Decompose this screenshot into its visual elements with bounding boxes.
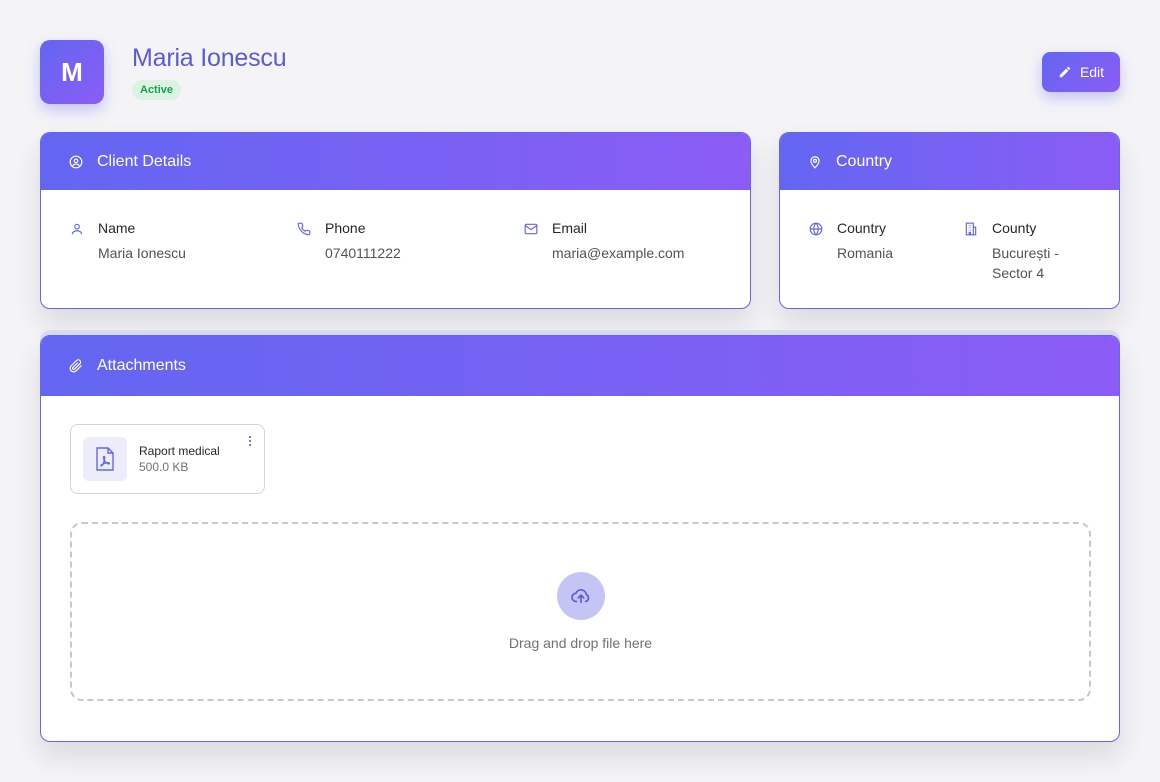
client-details-header: Client Details	[41, 133, 750, 190]
avatar-initial: M	[61, 56, 83, 87]
field-label: Name	[98, 220, 136, 236]
file-size: 500.0 KB	[139, 460, 189, 474]
dropzone-text: Drag and drop file here	[508, 635, 653, 651]
file-thumbnail	[83, 437, 127, 481]
field-name: Name Maria Ionescu	[70, 220, 186, 263]
edit-button-label: Edit	[1079, 64, 1105, 80]
attachments-header: Attachments	[41, 336, 1119, 396]
field-country: Country Romania	[809, 220, 893, 263]
file-menu-button[interactable]	[246, 434, 254, 448]
country-card-title: Country	[836, 152, 893, 170]
field-value: București - Sector 4	[992, 245, 1059, 281]
globe-icon	[809, 222, 823, 236]
client-details-card: Client Details Name Maria Ionescu Phone …	[40, 132, 751, 309]
field-value: Romania	[837, 245, 894, 261]
file-name: Raport medical	[139, 444, 220, 458]
pencil-icon	[1059, 66, 1071, 78]
field-value: 0740111222	[325, 245, 401, 261]
field-phone: Phone 0740111222	[297, 220, 401, 263]
attachments-title: Attachments	[97, 357, 186, 374]
user-circle-icon	[69, 155, 83, 168]
country-card: Country Country Romania County București…	[779, 132, 1120, 309]
field-label: Phone	[325, 220, 366, 236]
pdf-file-icon	[96, 447, 114, 471]
attachments-card: Attachments Raport medical 500.0 KB Drag…	[40, 335, 1120, 742]
user-icon	[71, 223, 83, 235]
client-details-title: Client Details	[97, 152, 192, 170]
map-pin-icon	[810, 155, 820, 169]
field-value: maria@example.com	[552, 245, 685, 261]
field-county: County București - Sector 4	[964, 220, 1102, 283]
avatar: M	[40, 40, 104, 104]
upload-button[interactable]	[557, 572, 605, 620]
edit-button[interactable]: Edit	[1042, 52, 1120, 92]
page-title: Maria Ionescu	[132, 44, 287, 72]
field-label: County	[992, 220, 1037, 236]
more-vertical-icon	[248, 435, 252, 447]
attachment-file[interactable]: Raport medical 500.0 KB	[70, 424, 265, 494]
field-value: Maria Ionescu	[98, 245, 186, 261]
field-label: Country	[837, 220, 887, 236]
mail-icon	[524, 223, 538, 235]
country-header: Country	[780, 133, 1119, 190]
file-dropzone[interactable]: Drag and drop file here	[70, 522, 1091, 701]
client-profile-page: M Maria Ionescu Active Edit Client Detai…	[0, 0, 1160, 782]
building-icon	[965, 222, 977, 236]
status-badge: Active	[132, 80, 182, 100]
cloud-upload-icon	[571, 589, 590, 604]
field-email: Email maria@example.com	[524, 220, 684, 263]
paperclip-icon	[69, 359, 82, 373]
phone-icon	[297, 222, 311, 236]
field-label: Email	[552, 220, 588, 236]
